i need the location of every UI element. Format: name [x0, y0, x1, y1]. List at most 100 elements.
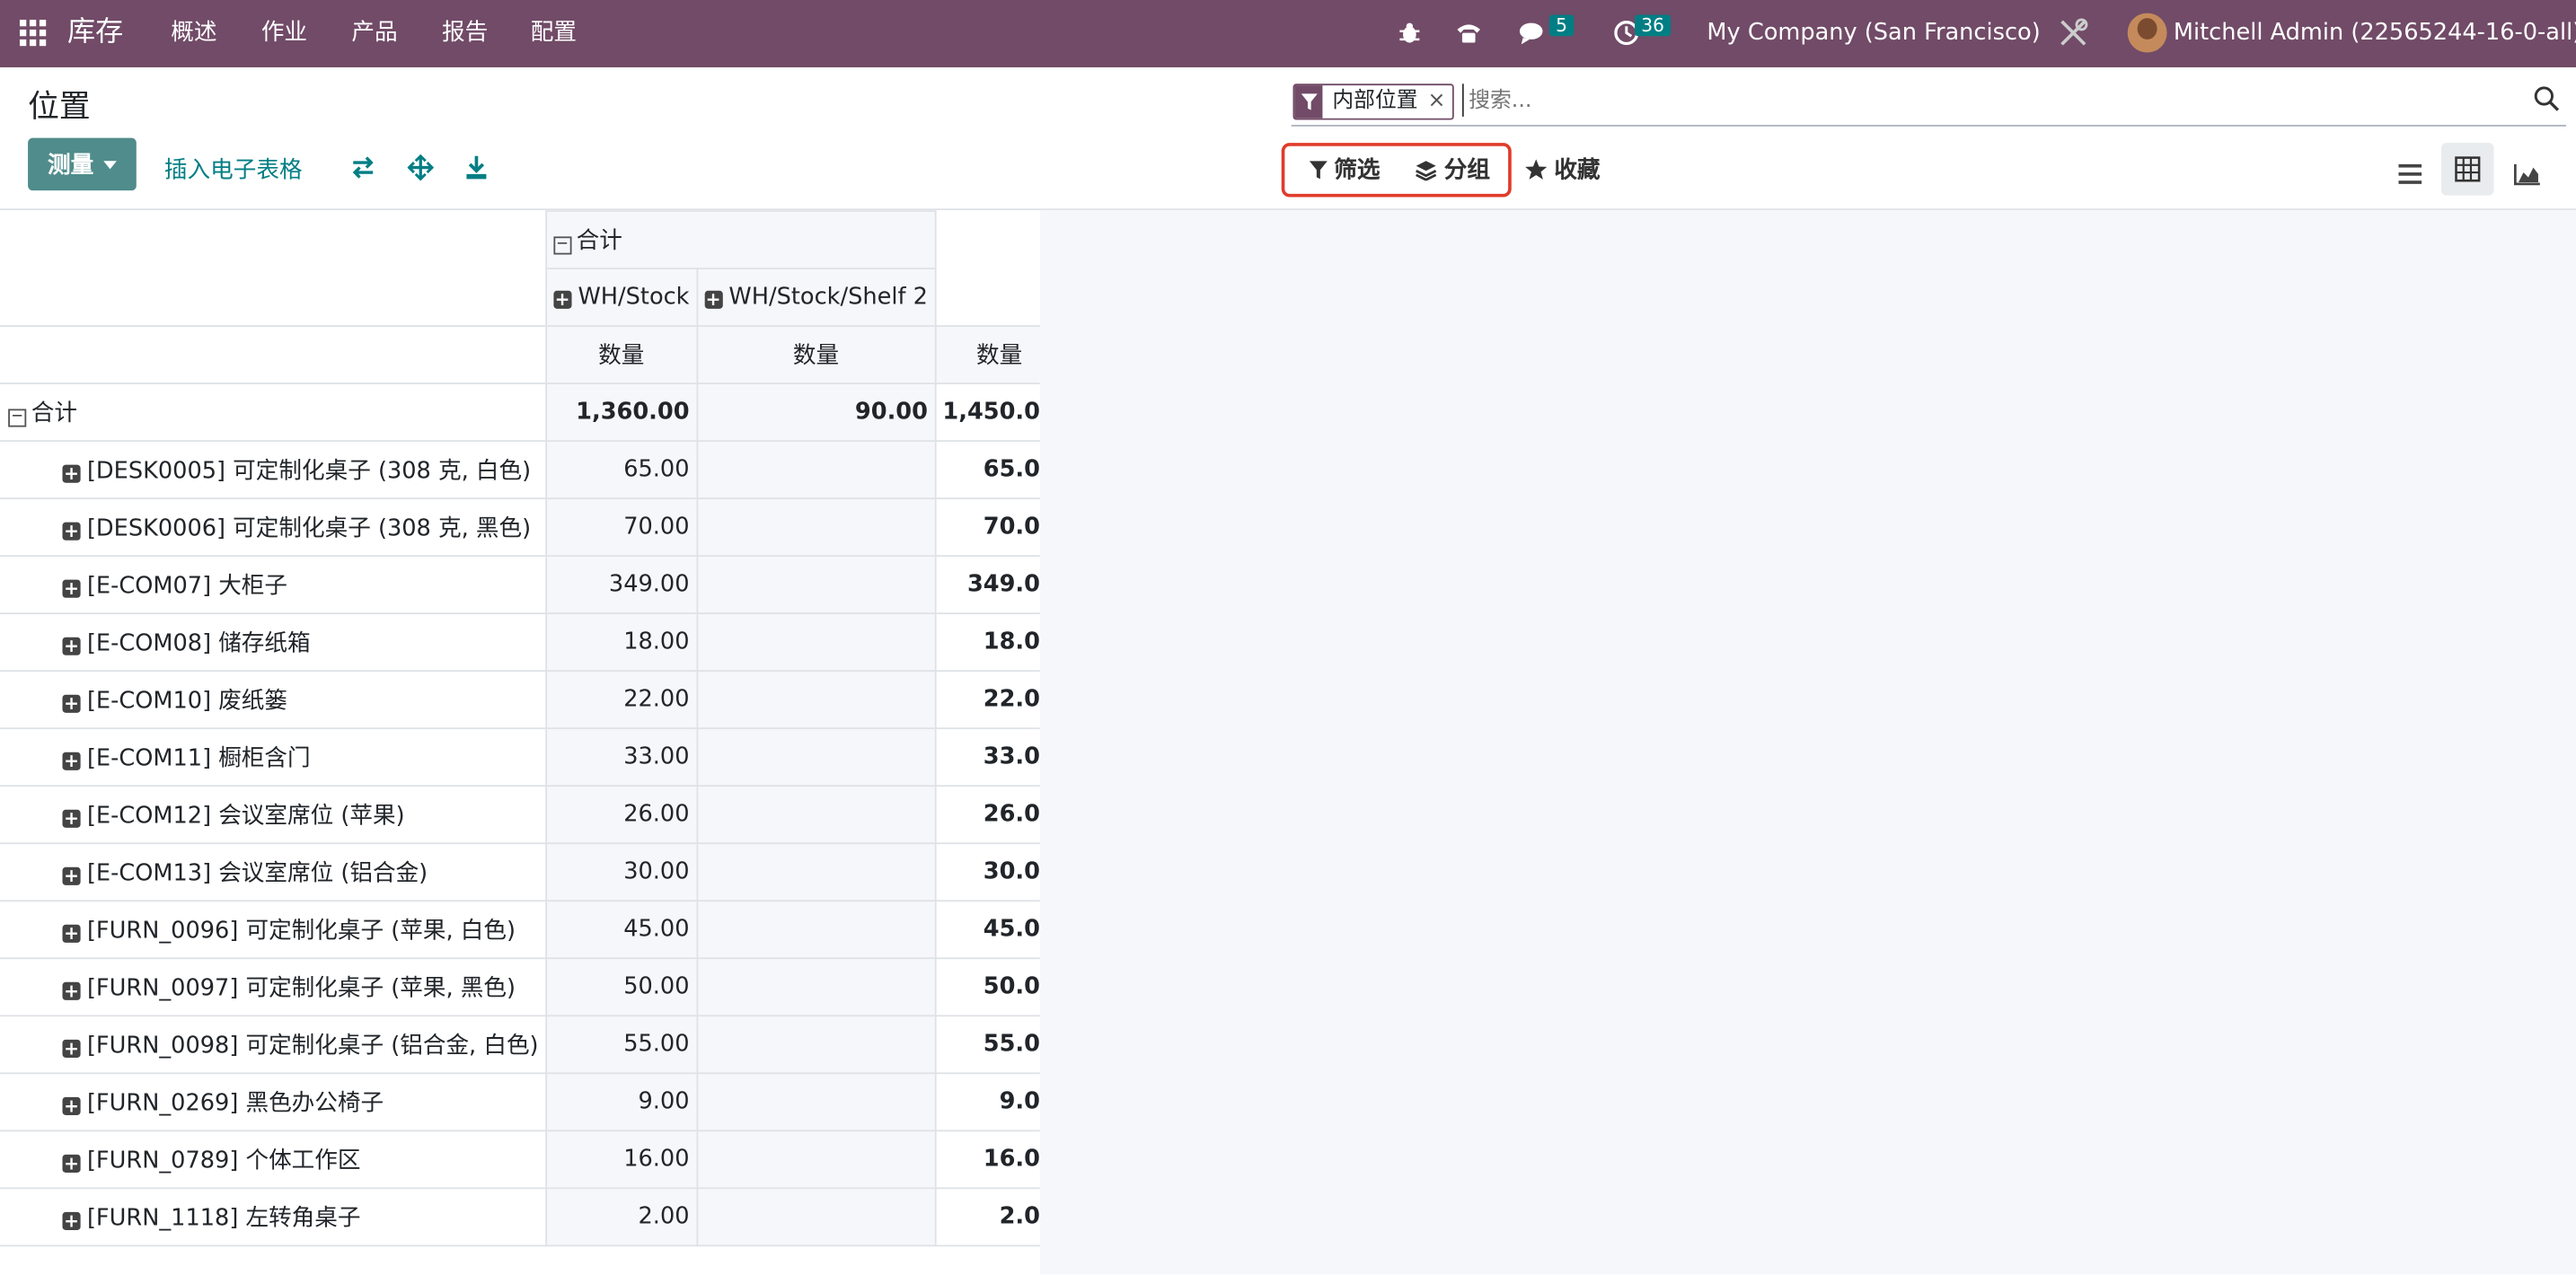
user-avatar[interactable]	[2127, 13, 2167, 53]
cell-wh-stock[interactable]: 65.00	[544, 440, 698, 500]
facet-remove-button[interactable]: ×	[1428, 85, 1446, 119]
user-menu[interactable]: Mitchell Admin (22565244-16-0-all)	[2174, 0, 2576, 67]
download-icon[interactable]	[462, 153, 491, 182]
total-cell[interactable]: 1,360.00	[544, 382, 698, 443]
search-icon[interactable]	[2533, 85, 2560, 111]
cell-wh-stock-shelf2[interactable]	[695, 497, 937, 558]
cell-row-total[interactable]: 33.00	[934, 727, 1040, 787]
flip-axis-icon[interactable]	[348, 153, 378, 182]
menu-operations[interactable]: 作业	[261, 0, 307, 67]
cell-wh-stock[interactable]: 45.00	[544, 900, 698, 960]
collapse-icon: −	[553, 236, 572, 255]
measure-header[interactable]: 数量	[934, 325, 1040, 385]
cell-wh-stock[interactable]: 2.00	[544, 1187, 698, 1247]
row-header[interactable]: + [FURN_0269] 黑色办公椅子	[0, 1072, 547, 1132]
cell-wh-stock[interactable]: 30.00	[544, 842, 698, 902]
cell-row-total[interactable]: 349.00	[934, 555, 1040, 615]
col-header-total[interactable]: − 合计	[544, 210, 937, 269]
cell-wh-stock-shelf2[interactable]	[695, 555, 937, 615]
cell-wh-stock-shelf2[interactable]	[695, 1187, 937, 1247]
cell-wh-stock[interactable]: 16.00	[544, 1130, 698, 1190]
cell-wh-stock[interactable]: 50.00	[544, 957, 698, 1017]
favorites-label: 收藏	[1554, 157, 1601, 184]
row-header[interactable]: + [FURN_0097] 可定制化桌子 (苹果, 黑色)	[0, 957, 547, 1017]
cell-wh-stock[interactable]: 349.00	[544, 555, 698, 615]
cell-wh-stock-shelf2[interactable]	[695, 1130, 937, 1190]
row-header[interactable]: + [E-COM10] 废纸篓	[0, 670, 547, 730]
row-header[interactable]: + [DESK0005] 可定制化桌子 (308 克, 白色)	[0, 440, 547, 500]
cell-row-total[interactable]: 70.00	[934, 497, 1040, 558]
cell-wh-stock-shelf2[interactable]	[695, 842, 937, 902]
cell-wh-stock[interactable]: 22.00	[544, 670, 698, 730]
app-name[interactable]: 库存	[67, 0, 123, 67]
cell-wh-stock-shelf2[interactable]	[695, 957, 937, 1017]
measure-dropdown-button[interactable]: 测量	[28, 137, 137, 191]
measure-header[interactable]: 数量	[544, 325, 698, 385]
total-cell[interactable]: 90.00	[695, 382, 937, 443]
row-header[interactable]: + [E-COM13] 会议室席位 (铝合金)	[0, 842, 547, 902]
graph-view-icon[interactable]	[2504, 153, 2550, 196]
favorites-button[interactable]: 收藏	[1524, 153, 1601, 186]
menu-overview[interactable]: 概述	[171, 0, 216, 67]
cell-wh-stock-shelf2[interactable]	[695, 900, 937, 960]
groupby-button[interactable]: 分组	[1415, 153, 1490, 186]
total-row: −合计 1,360.00 90.00 1,450.00	[0, 382, 1040, 443]
row-header[interactable]: + [E-COM07] 大柜子	[0, 555, 547, 615]
cell-wh-stock[interactable]: 26.00	[544, 785, 698, 845]
cell-row-total[interactable]: 2.00	[934, 1187, 1040, 1247]
grand-total-cell[interactable]: 1,450.00	[934, 382, 1040, 443]
row-header-total[interactable]: − 合计	[0, 382, 547, 443]
row-header[interactable]: + [FURN_0096] 可定制化桌子 (苹果, 白色)	[0, 900, 547, 960]
cell-row-total[interactable]: 26.00	[934, 785, 1040, 845]
row-label: [E-COM10] 废纸篓	[86, 688, 288, 715]
row-header[interactable]: + [DESK0006] 可定制化桌子 (308 克, 黑色)	[0, 497, 547, 558]
messages-icon[interactable]	[1518, 18, 1548, 48]
cell-wh-stock-shelf2[interactable]	[695, 670, 937, 730]
cell-row-total[interactable]: 55.00	[934, 1015, 1040, 1075]
filter-button[interactable]: 筛选	[1309, 153, 1380, 186]
cell-wh-stock[interactable]: 70.00	[544, 497, 698, 558]
cell-row-total[interactable]: 30.00	[934, 842, 1040, 902]
cell-row-total[interactable]: 50.00	[934, 957, 1040, 1017]
menu-reporting[interactable]: 报告	[442, 0, 488, 67]
insert-spreadsheet-button[interactable]: 插入电子表格	[164, 153, 303, 186]
row-header[interactable]: + [E-COM08] 储存纸箱	[0, 612, 547, 673]
col-header-wh-stock-shelf2[interactable]: + WH/Stock/Shelf 2	[695, 268, 937, 327]
apps-menu-icon[interactable]	[19, 19, 47, 47]
cell-wh-stock[interactable]: 18.00	[544, 612, 698, 673]
cell-row-total[interactable]: 18.00	[934, 612, 1040, 673]
table-row: +[E-COM08] 储存纸箱18.0018.00	[0, 612, 1040, 673]
row-header[interactable]: + [E-COM11] 橱柜含门	[0, 727, 547, 787]
menu-configuration[interactable]: 配置	[531, 0, 577, 67]
cell-row-total[interactable]: 9.00	[934, 1072, 1040, 1132]
row-header[interactable]: + [E-COM12] 会议室席位 (苹果)	[0, 785, 547, 845]
cell-wh-stock-shelf2[interactable]	[695, 1072, 937, 1132]
expand-all-icon[interactable]	[406, 153, 436, 182]
cell-wh-stock-shelf2[interactable]	[695, 440, 937, 500]
row-header[interactable]: + [FURN_1118] 左转角桌子	[0, 1187, 547, 1247]
tools-icon[interactable]	[2059, 18, 2088, 48]
row-header[interactable]: + [FURN_0789] 个体工作区	[0, 1130, 547, 1190]
row-header[interactable]: + [FURN_0098] 可定制化桌子 (铝合金, 白色)	[0, 1015, 547, 1075]
cell-wh-stock[interactable]: 33.00	[544, 727, 698, 787]
cell-wh-stock-shelf2[interactable]	[695, 727, 937, 787]
list-view-icon[interactable]	[2387, 153, 2433, 196]
cell-row-total[interactable]: 22.00	[934, 670, 1040, 730]
table-row: +[E-COM11] 橱柜含门33.0033.00	[0, 727, 1040, 787]
search-input[interactable]	[1461, 84, 2526, 117]
cell-row-total[interactable]: 16.00	[934, 1130, 1040, 1190]
company-switcher[interactable]: My Company (San Francisco)	[1707, 0, 2040, 67]
cell-wh-stock-shelf2[interactable]	[695, 1015, 937, 1075]
cell-wh-stock-shelf2[interactable]	[695, 612, 937, 673]
phone-icon[interactable]	[1454, 18, 1484, 48]
cell-wh-stock-shelf2[interactable]	[695, 785, 937, 845]
col-header-wh-stock[interactable]: + WH/Stock	[544, 268, 698, 327]
cell-row-total[interactable]: 65.00	[934, 440, 1040, 500]
cell-row-total[interactable]: 45.00	[934, 900, 1040, 960]
debug-bug-icon[interactable]	[1395, 18, 1425, 48]
cell-wh-stock[interactable]: 9.00	[544, 1072, 698, 1132]
pivot-view-icon[interactable]	[2441, 143, 2494, 196]
measure-header[interactable]: 数量	[695, 325, 937, 385]
menu-products[interactable]: 产品	[351, 0, 397, 67]
cell-wh-stock[interactable]: 55.00	[544, 1015, 698, 1075]
